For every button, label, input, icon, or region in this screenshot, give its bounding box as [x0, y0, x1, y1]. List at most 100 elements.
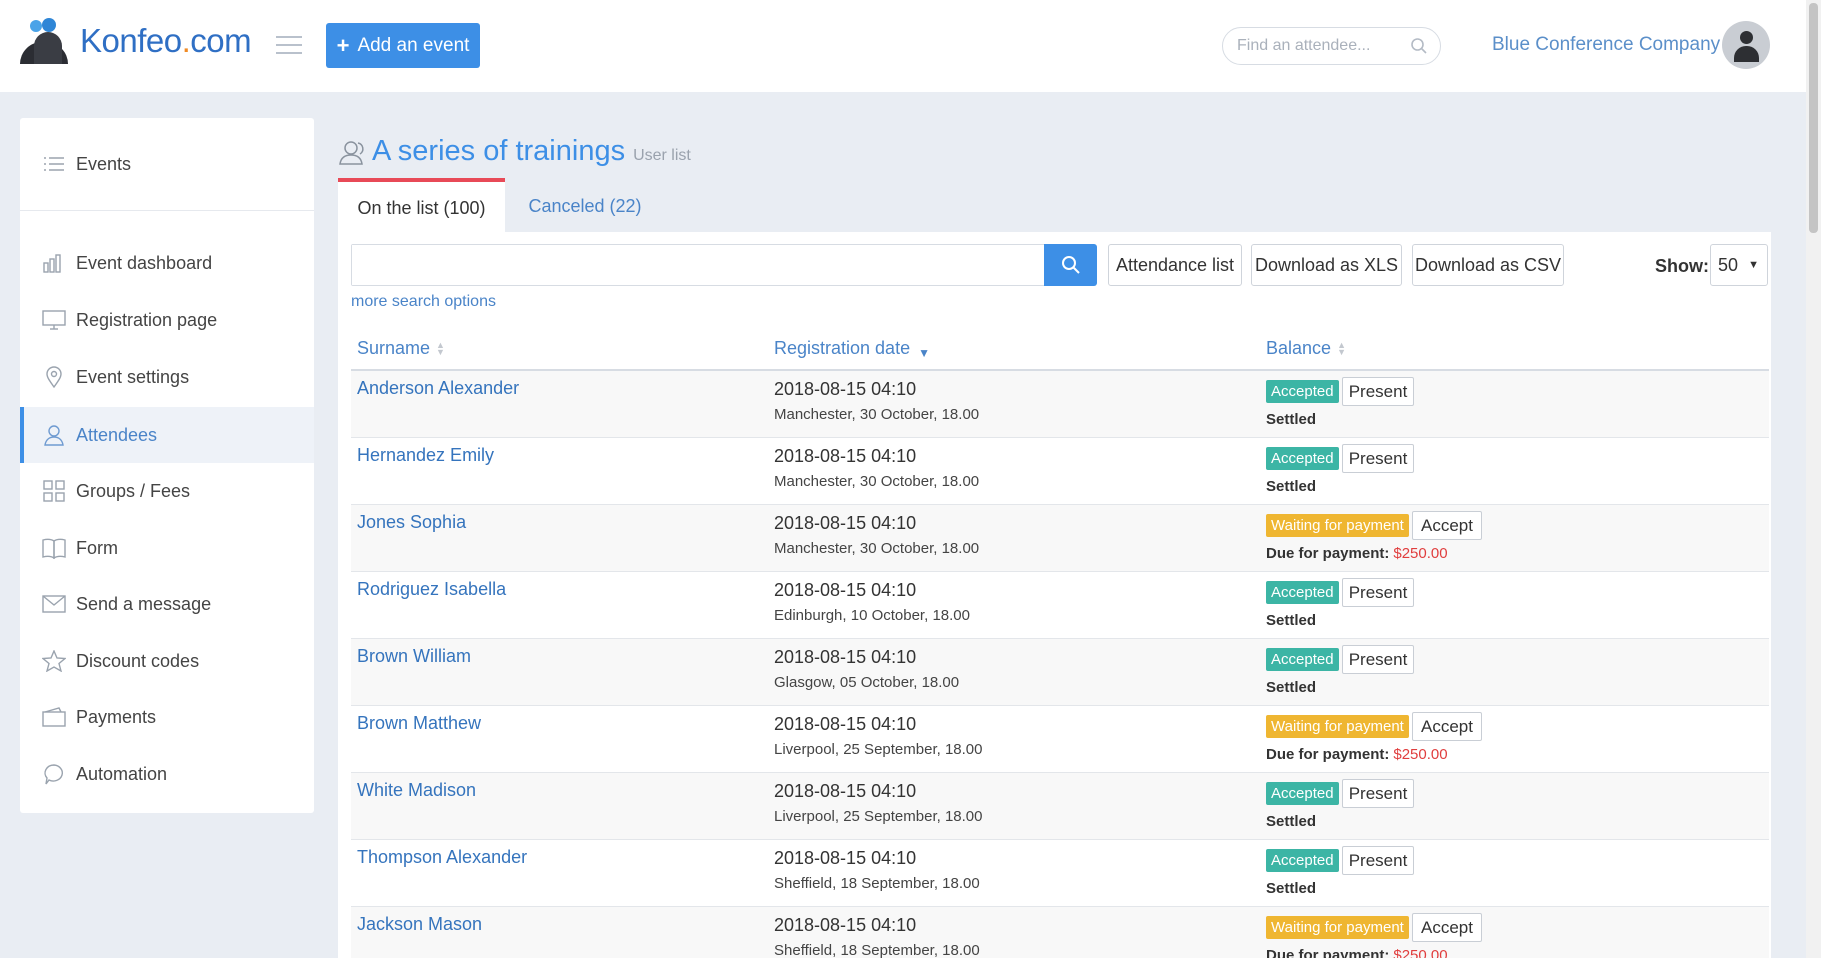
accept-button[interactable]: Accept — [1412, 913, 1482, 942]
sidebar-item-event-dashboard[interactable]: Event dashboard — [20, 235, 314, 291]
status-badge: Accepted — [1266, 782, 1339, 805]
sidebar-item-label: Event settings — [76, 366, 190, 387]
event-location: Glasgow, 05 October, 18.00 — [774, 674, 960, 691]
page-header: A series of trainings User list — [338, 135, 691, 168]
sort-descending-icon: ▼ — [918, 345, 930, 360]
attendee-name-link[interactable]: Brown Matthew — [357, 713, 481, 734]
column-header-label: Registration date — [774, 338, 911, 358]
map-pin-icon — [42, 365, 66, 389]
attendee-search-input[interactable] — [1237, 37, 1397, 55]
attendee-name-link[interactable]: White Madison — [357, 780, 476, 801]
registration-date: 2018-08-15 04:10 — [774, 379, 917, 399]
status-badge: Waiting for payment — [1266, 916, 1409, 939]
accept-button[interactable]: Accept — [1412, 511, 1482, 540]
logo-text: Konfeo.com — [80, 22, 252, 59]
attendee-name-link[interactable]: Thompson Alexander — [357, 847, 527, 868]
page-size-select[interactable]: 50 ▼ — [1710, 244, 1768, 286]
attendee-name-link[interactable]: Rodriguez Isabella — [357, 579, 506, 600]
bar-chart-icon — [42, 251, 66, 275]
event-location: Liverpool, 25 September, 18.00 — [774, 808, 983, 825]
table-row: Brown Matthew 2018-08-15 04:10 Liverpool… — [351, 706, 1769, 773]
sidebar-item-event-settings[interactable]: Event settings — [20, 349, 314, 405]
table-row: Thompson Alexander 2018-08-15 04:10 Shef… — [351, 840, 1769, 907]
envelope-icon — [42, 592, 66, 616]
page-title: A series of trainings — [372, 135, 626, 167]
table-row: Rodriguez Isabella 2018-08-15 04:10 Edin… — [351, 572, 1769, 639]
accept-button[interactable]: Accept — [1412, 712, 1482, 741]
attendee-filter-input[interactable] — [352, 245, 1047, 285]
attendance-list-button[interactable]: Attendance list — [1108, 244, 1242, 286]
tab-canceled[interactable]: Canceled (22) — [505, 178, 665, 234]
sidebar-item-send-message[interactable]: Send a message — [20, 576, 314, 632]
attendee-name-link[interactable]: Hernandez Emily — [357, 445, 494, 466]
registration-date: 2018-08-15 04:10 — [774, 513, 917, 533]
sidebar-item-label: Attendees — [76, 424, 158, 445]
status-badge: Accepted — [1266, 447, 1339, 470]
registration-date: 2018-08-15 04:10 — [774, 781, 917, 801]
sidebar-item-groups-fees[interactable]: Groups / Fees — [20, 463, 314, 519]
sidebar-item-events[interactable]: Events — [20, 136, 314, 192]
main-content: A series of trainings User list On the l… — [338, 118, 1771, 958]
download-xls-button[interactable]: Download as XLS — [1251, 244, 1402, 286]
balance-status: Settled — [1266, 880, 1317, 897]
status-badge: Accepted — [1266, 648, 1339, 671]
attendee-name-link[interactable]: Anderson Alexander — [357, 378, 519, 399]
present-button[interactable]: Present — [1342, 846, 1414, 875]
list-icon — [42, 152, 66, 176]
user-icon — [42, 423, 66, 447]
tab-on-the-list[interactable]: On the list (100) — [338, 178, 505, 234]
search-button[interactable] — [1044, 244, 1097, 286]
present-button[interactable]: Present — [1342, 377, 1414, 406]
add-event-label: Add an event — [357, 34, 470, 56]
due-amount: $250.00 — [1393, 545, 1448, 562]
star-icon — [42, 649, 66, 673]
present-button[interactable]: Present — [1342, 645, 1414, 674]
sort-icon: ▲ ▼ — [1337, 339, 1346, 357]
search-icon[interactable] — [1410, 37, 1428, 55]
user-icon — [339, 140, 364, 165]
company-name-link[interactable]: Blue Conference Company — [1492, 34, 1720, 56]
add-event-button[interactable]: + Add an event — [326, 23, 480, 68]
sidebar-item-label: Discount codes — [76, 650, 200, 671]
download-csv-button[interactable]: Download as CSV — [1412, 244, 1564, 286]
sidebar-item-label: Registration page — [76, 309, 218, 330]
present-button[interactable]: Present — [1342, 779, 1414, 808]
column-header-surname[interactable]: Surname ▲ ▼ — [357, 338, 445, 359]
column-header-balance[interactable]: Balance ▲ ▼ — [1266, 338, 1346, 359]
event-location: Sheffield, 18 September, 18.00 — [774, 875, 980, 892]
page-scrollbar[interactable] — [1806, 0, 1821, 958]
present-button[interactable]: Present — [1342, 444, 1414, 473]
due-label: Due for payment: — [1266, 545, 1390, 562]
logo[interactable]: Konfeo.com — [20, 18, 252, 64]
attendee-name-link[interactable]: Brown William — [357, 646, 471, 667]
sidebar-item-label: Send a message — [76, 593, 212, 614]
balance-status: Settled — [1266, 411, 1317, 428]
registration-date: 2018-08-15 04:10 — [774, 647, 917, 667]
sidebar-item-registration-page[interactable]: Registration page — [20, 292, 314, 348]
chat-bubble-icon — [42, 762, 66, 786]
sidebar-item-automation[interactable]: Automation — [20, 746, 314, 802]
table-row: White Madison 2018-08-15 04:10 Liverpool… — [351, 773, 1769, 840]
column-header-registration-date[interactable]: Registration date ▼ — [774, 338, 930, 360]
hamburger-menu-icon[interactable] — [276, 36, 302, 54]
event-location: Edinburgh, 10 October, 18.00 — [774, 607, 970, 624]
show-label: Show: — [1655, 256, 1709, 276]
avatar[interactable] — [1722, 21, 1770, 69]
attendee-search — [1222, 27, 1441, 65]
attendee-name-link[interactable]: Jackson Mason — [357, 914, 482, 935]
sidebar-item-discount-codes[interactable]: Discount codes — [20, 633, 314, 689]
attendee-name-link[interactable]: Jones Sophia — [357, 512, 466, 533]
more-search-options-link[interactable]: more search options — [351, 293, 496, 311]
table-row: Jones Sophia 2018-08-15 04:10 Manchester… — [351, 505, 1769, 572]
book-icon — [42, 536, 66, 560]
search-field — [351, 244, 1047, 286]
sidebar-item-label: Payments — [76, 706, 157, 727]
status-badge: Accepted — [1266, 380, 1339, 403]
status-badge: Accepted — [1266, 849, 1339, 872]
sidebar-item-payments[interactable]: Payments — [20, 689, 314, 745]
sidebar-item-form[interactable]: Form — [20, 520, 314, 576]
present-button[interactable]: Present — [1342, 578, 1414, 607]
status-badge: Waiting for payment — [1266, 514, 1409, 537]
sidebar-item-attendees[interactable]: Attendees — [20, 407, 314, 463]
sidebar-divider — [20, 210, 314, 211]
